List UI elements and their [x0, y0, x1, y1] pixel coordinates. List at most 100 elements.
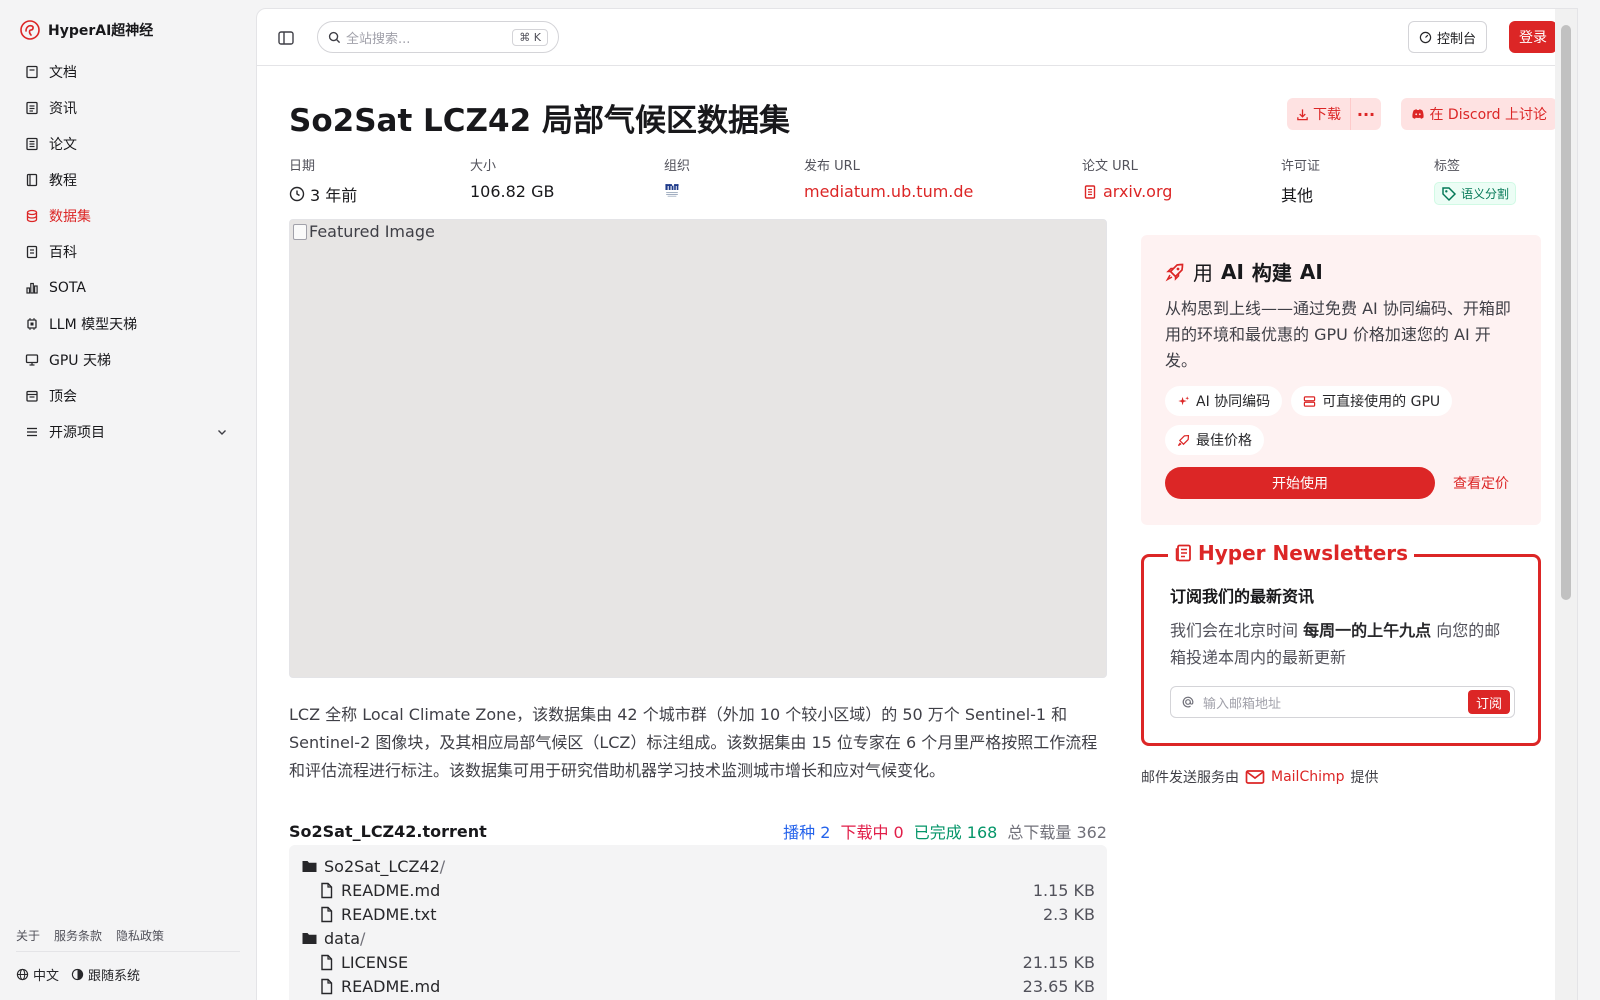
discord-button[interactable]: 在 Discord 上讨论	[1401, 98, 1557, 130]
notebook-icon	[26, 173, 38, 187]
meta-org-value[interactable]	[664, 182, 690, 198]
scrollbar[interactable]	[1555, 9, 1577, 1000]
promo-actions: 开始使用 查看定价	[1165, 467, 1517, 499]
privacy-link[interactable]: 隐私政策	[116, 927, 164, 944]
file-name: README.md	[341, 880, 441, 900]
terms-link[interactable]: 服务条款	[54, 927, 102, 944]
console-button[interactable]: 控制台	[1407, 21, 1487, 53]
theme-switch[interactable]: 跟随系统	[71, 965, 140, 984]
chevron-down-icon[interactable]	[215, 425, 229, 439]
file-row[interactable]: README.md 1.15 KB	[301, 878, 1095, 902]
sidebar-item-tutorials[interactable]: 教程	[16, 162, 238, 198]
sidebar-toggle-icon[interactable]	[277, 29, 295, 47]
chip-label: AI 协同编码	[1196, 394, 1271, 410]
file-size: 1.15 KB	[1032, 880, 1095, 900]
sidebar-item-conferences[interactable]: 顶会	[16, 378, 238, 414]
sidebar-item-sota[interactable]: SOTA	[16, 270, 238, 306]
globe-icon	[16, 968, 29, 981]
folder-slash: /	[360, 928, 366, 948]
sidebar-item-docs[interactable]: 文档	[16, 54, 238, 90]
release-url-link[interactable]: mediatum.ub.tum.de	[804, 182, 973, 201]
promo-title-prefix: 用	[1193, 261, 1213, 285]
mail-service-prefix: 邮件发送服务由	[1141, 770, 1239, 786]
clock-icon	[289, 186, 305, 202]
brand[interactable]: HyperAI超神经	[20, 20, 153, 40]
download-button[interactable]: 下载	[1287, 98, 1350, 130]
promo-title-ai: AI	[1221, 259, 1244, 284]
file-size: 21.15 KB	[1022, 952, 1095, 972]
file-row[interactable]: README.md 23.65 KB	[301, 974, 1095, 998]
sidebar: HyperAI超神经 文档 资讯 论文 教程 数据集 百科 SOTA LLM 模…	[0, 0, 256, 1000]
sidebar-item-label: 资讯	[49, 101, 77, 117]
promo-title-ai-2: AI	[1299, 259, 1323, 284]
chip-label: 可直接使用的 GPU	[1322, 394, 1441, 410]
rocket-icon	[1177, 434, 1190, 446]
search-input[interactable]: 全站搜索... ⌘ K	[317, 21, 559, 53]
sidebar-item-label: LLM 模型天梯	[49, 317, 138, 333]
featured-alt-text: Featured Image	[309, 222, 435, 241]
sidebar-item-label: 数据集	[49, 209, 91, 225]
tag-badge[interactable]: 语义分割	[1434, 182, 1517, 205]
mail-icon	[1245, 770, 1265, 784]
meta-org-label: 组织	[664, 159, 691, 174]
mail-service-note: 邮件发送服务由 MailChimp 提供	[1141, 767, 1379, 787]
email-placeholder: 输入邮箱地址	[1203, 696, 1282, 712]
sidebar-item-label: GPU 天梯	[49, 353, 111, 369]
sidebar-item-label: 顶会	[49, 389, 77, 405]
file-row[interactable]: LICENSE 21.15 KB	[301, 950, 1095, 974]
file-row-folder[interactable]: So2Sat_LCZ42/	[301, 854, 1095, 878]
email-field[interactable]: 输入邮箱地址 订阅	[1170, 686, 1515, 718]
newsletter-text: 我们会在北京时间 每周一的上午九点 向您的邮箱投递本周内的最新更新	[1170, 617, 1512, 671]
file-name: README.txt	[341, 904, 437, 924]
document-icon	[1084, 184, 1096, 199]
ai-promo-card: 用 AI 构建 AI 从构思到上线——通过免费 AI 协同编码、开箱即用的环境和…	[1141, 235, 1541, 525]
sidebar-item-label: 论文	[49, 137, 77, 153]
file-tree: So2Sat_LCZ42/ README.md 1.15 KB README.t…	[289, 845, 1107, 1000]
discord-icon	[1412, 109, 1425, 119]
meta-license-value: 其他	[1281, 186, 1314, 205]
theme-label: 跟随系统	[88, 969, 141, 984]
promo-title: 用 AI 构建 AI	[1165, 257, 1517, 286]
file-row[interactable]: README.txt 2.3 KB	[301, 902, 1095, 926]
sidebar-item-open-source[interactable]: 开源项目	[16, 414, 238, 450]
file-name: README.md	[341, 976, 441, 996]
view-pricing-link[interactable]: 查看定价	[1453, 473, 1509, 493]
file-name: So2Sat_LCZ42	[324, 856, 440, 876]
list-icon	[27, 427, 37, 437]
featured-image-alt: Featured Image	[293, 222, 435, 241]
newsletter-heading: 订阅我们的最新资讯	[1170, 587, 1315, 606]
get-started-button[interactable]: 开始使用	[1165, 467, 1435, 499]
sidebar-item-label: SOTA	[49, 280, 86, 296]
meta-url-label: 发布 URL	[804, 159, 860, 174]
login-button[interactable]: 登录	[1509, 21, 1557, 53]
stat-completed: 已完成 168	[913, 823, 998, 842]
sidebar-item-datasets[interactable]: 数据集	[16, 198, 238, 234]
subscribe-button[interactable]: 订阅	[1467, 690, 1510, 714]
newsletter-text-bold: 每周一的上午九点	[1303, 621, 1432, 640]
sidebar-item-llm-leaderboard[interactable]: LLM 模型天梯	[16, 306, 238, 342]
language-switch[interactable]: 中文	[16, 965, 59, 984]
scrollbar-thumb[interactable]	[1561, 25, 1571, 600]
sidebar-item-wiki[interactable]: 百科	[16, 234, 238, 270]
about-link[interactable]: 关于	[16, 927, 40, 944]
download-button-group: 下载 ···	[1287, 98, 1381, 130]
sidebar-item-label: 教程	[49, 173, 77, 189]
file-row-folder[interactable]: data /	[301, 926, 1095, 950]
sidebar-settings: 中文 跟随系统	[16, 965, 140, 984]
meta-tags-value: 语义分割	[1434, 182, 1517, 205]
book-open-icon	[26, 245, 38, 259]
more-options-button[interactable]: ···	[1351, 98, 1381, 130]
sidebar-item-papers[interactable]: 论文	[16, 126, 238, 162]
mailchimp-link[interactable]: MailChimp	[1245, 769, 1345, 785]
paper-url-link[interactable]: arxiv.org	[1082, 182, 1172, 201]
meta-size: 大小 106.82 GB	[470, 155, 554, 201]
language-label: 中文	[33, 969, 60, 984]
chip-label: 最佳价格	[1196, 433, 1252, 449]
meta-size-value: 106.82 GB	[470, 182, 555, 201]
sidebar-item-gpu-leaderboard[interactable]: GPU 天梯	[16, 342, 238, 378]
tag-label: 语义分割	[1461, 187, 1510, 201]
tum-logo-icon	[665, 184, 679, 197]
broken-image-icon	[293, 223, 307, 240]
sidebar-item-news[interactable]: 资讯	[16, 90, 238, 126]
meta-license: 许可证 其他	[1281, 155, 1320, 206]
